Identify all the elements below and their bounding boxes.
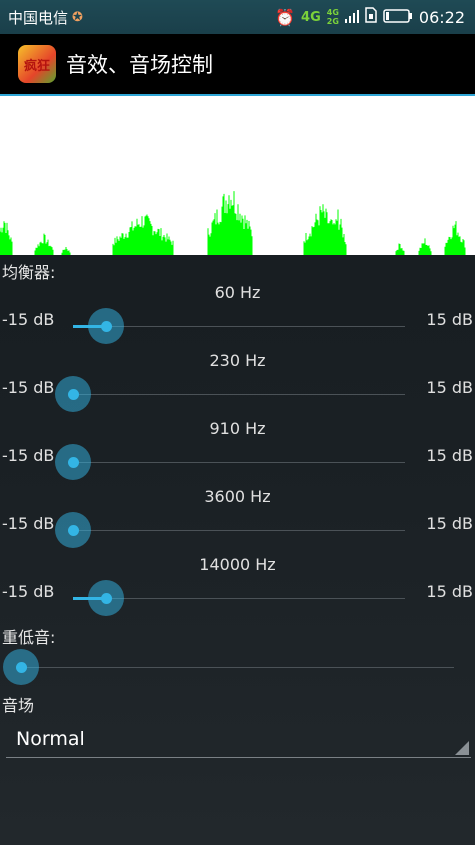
- band-slider[interactable]: [55, 376, 405, 412]
- band-slider[interactable]: [55, 444, 405, 480]
- star-icon: ✪: [72, 9, 83, 25]
- bass-boost-slider-thumb[interactable]: [3, 649, 39, 685]
- status-bar: 中国电信 ✪ ⏰ 4G 4G 2G 06:22: [0, 0, 475, 34]
- battery-icon: [383, 8, 413, 27]
- visualizer-waveform: [0, 191, 466, 255]
- band-min-label: -15 dB: [2, 514, 55, 533]
- equalizer-label: 均衡器:: [2, 263, 56, 282]
- alarm-icon: ⏰: [275, 7, 296, 27]
- band-frequency-label: 60 Hz: [214, 283, 261, 302]
- band-slider-thumb[interactable]: [88, 308, 124, 344]
- band-min-label: -15 dB: [2, 446, 55, 465]
- band-max-label: 15 dB: [426, 582, 473, 601]
- band-max-label: 15 dB: [426, 310, 473, 329]
- app-title: 音效、音场控制: [66, 53, 213, 77]
- sound-field-dropdown[interactable]: Normal: [6, 722, 471, 758]
- app-logo[interactable]: 疯狂: [18, 45, 56, 83]
- sound-field-selected: Normal: [16, 728, 85, 750]
- sim-icon: [365, 7, 377, 27]
- app-bar: 疯狂 音效、音场控制: [0, 34, 475, 96]
- band-slider[interactable]: [55, 512, 405, 548]
- band-min-label: -15 dB: [2, 310, 55, 329]
- band-min-label: -15 dB: [2, 378, 55, 397]
- clock-time: 06:22: [418, 7, 465, 27]
- signal-icon: [344, 8, 359, 27]
- network-4g-label: 4G: [301, 9, 321, 25]
- band-min-label: -15 dB: [2, 582, 55, 601]
- band-frequency-label: 3600 Hz: [204, 487, 271, 506]
- band-slider-thumb[interactable]: [55, 512, 91, 548]
- network-2g-small: 2G: [326, 17, 339, 26]
- network-dual-label: 4G 2G: [327, 8, 339, 26]
- band-frequency-label: 14000 Hz: [199, 555, 276, 574]
- bass-boost-label: 重低音:: [2, 628, 56, 647]
- sound-field-label: 音场: [2, 696, 35, 715]
- carrier-name: 中国电信: [8, 8, 69, 27]
- band-max-label: 15 dB: [426, 446, 473, 465]
- band-frequency-label: 910 Hz: [209, 419, 266, 438]
- audio-visualizer: [0, 96, 475, 255]
- bass-boost-slider[interactable]: [3, 649, 454, 685]
- band-max-label: 15 dB: [426, 378, 473, 397]
- band-slider[interactable]: [73, 308, 405, 344]
- band-slider[interactable]: [73, 580, 405, 616]
- band-max-label: 15 dB: [426, 514, 473, 533]
- dropdown-arrow-icon: [455, 741, 469, 755]
- network-4g-small: 4G: [326, 8, 339, 17]
- band-slider-thumb[interactable]: [55, 376, 91, 412]
- band-slider-thumb[interactable]: [88, 580, 124, 616]
- band-slider-thumb[interactable]: [55, 444, 91, 480]
- band-frequency-label: 230 Hz: [209, 351, 266, 370]
